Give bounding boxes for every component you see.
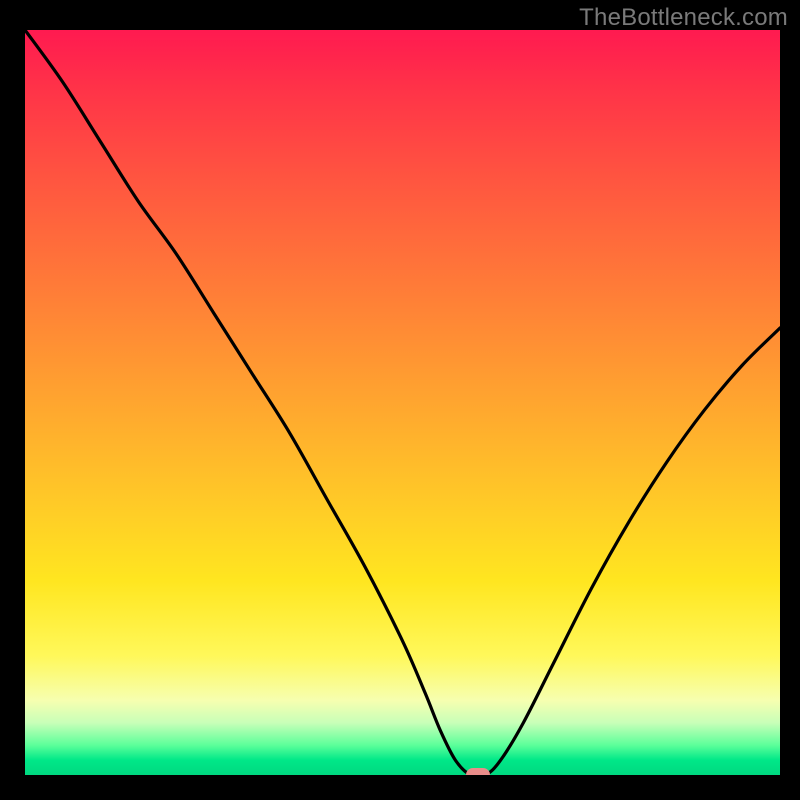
bottleneck-curve <box>25 30 780 775</box>
watermark-text: TheBottleneck.com <box>579 4 788 32</box>
optimal-point-marker <box>466 768 490 775</box>
chart-frame: TheBottleneck.com <box>0 0 800 800</box>
plot-area <box>25 30 780 775</box>
